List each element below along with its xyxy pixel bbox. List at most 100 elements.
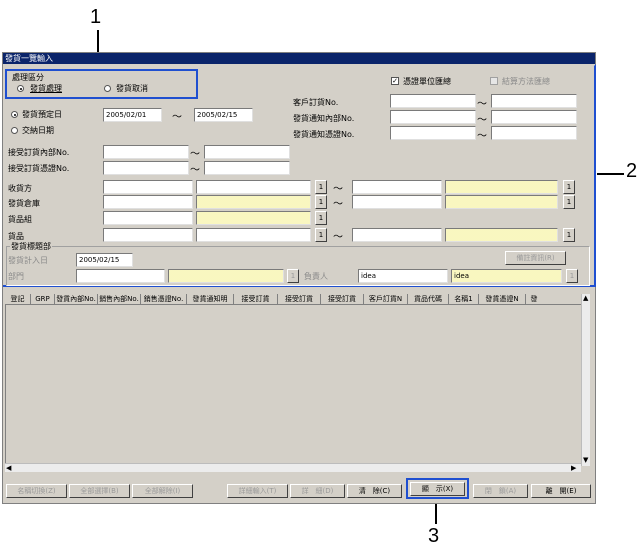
process-group-label: 處理區分 [12,73,44,82]
checkbox-settle-group-label: 結算方法匯總 [502,77,550,86]
item-to-lookup-button[interactable]: 1 [563,228,575,242]
detail-button[interactable]: 詳 細(D) [290,484,345,498]
callout-2: 2 [626,160,638,182]
item-from-name[interactable] [196,228,311,242]
item-from-code[interactable] [103,228,193,242]
notice-voucher-label: 發貨通知憑證No. [293,130,355,139]
notice-inner-to[interactable] [491,110,577,124]
scroll-down-icon[interactable]: ▼ [583,456,588,464]
cust-order-from[interactable] [390,94,476,108]
person-code[interactable]: idea [358,269,448,283]
remark-info-button[interactable]: 備註資訊(R) [505,251,566,265]
radio-delivery-date[interactable] [11,127,18,134]
grid-col-3[interactable]: 銷售內部No. [98,294,141,305]
dept-lookup-button[interactable]: 1 [287,269,299,283]
grid-col-6[interactable]: 接受訂貨 [234,294,278,305]
radio-planned-date-label: 發貨預定日 [22,110,62,119]
notice-inner-label: 發貨通知內部No. [293,114,355,123]
dept-name [168,269,284,283]
recv-voucher-label: 接受訂貨憑證No. [8,164,70,173]
date-to-input[interactable]: 2005/02/15 [194,108,253,122]
notice-voucher-tilde: ～ [477,131,487,142]
consignee-tilde: ～ [333,184,343,195]
grid-col-1[interactable]: GRP [31,294,55,305]
item-group-code[interactable] [103,211,193,225]
grid-header: 登記 GRP 發貨內部No. 銷售內部No. 銷售憑證No. 發貨通知明 接受訂… [5,294,589,305]
dept-code[interactable] [76,269,165,283]
recv-voucher-tilde: ～ [190,165,200,176]
grid-col-8[interactable]: 接受訂貨 [321,294,364,305]
person-lookup-button[interactable]: 1 [566,269,578,283]
plan-date-input[interactable]: 2005/02/15 [76,253,133,267]
consignee-to-lookup-button[interactable]: 1 [563,180,575,194]
horizontal-scrollbar[interactable]: ◀ ▶ [5,463,581,472]
warehouse-from-code[interactable] [103,195,193,209]
plan-date-label: 發貨計入日 [8,256,48,265]
close-button[interactable]: 閉 鎖(A) [473,484,528,498]
scroll-up-icon[interactable]: ▲ [583,294,588,302]
grid-col-7[interactable]: 接受訂貨 [278,294,321,305]
recv-inner-from[interactable] [103,145,189,159]
cust-order-tilde: ～ [477,99,487,110]
name-switch-button[interactable]: 名稱切換(Z) [6,484,67,498]
warehouse-from-lookup-button[interactable]: 1 [315,195,327,209]
item-to-code[interactable] [352,228,442,242]
scroll-right-icon[interactable]: ▶ [571,464,576,472]
item-from-lookup-button[interactable]: 1 [315,228,327,242]
person-label: 負責人 [304,272,328,281]
warehouse-from-name [196,195,311,209]
cust-order-to[interactable] [491,94,577,108]
person-name: idea [451,269,562,283]
scroll-left-icon[interactable]: ◀ [6,464,11,472]
date-from-input[interactable]: 2005/02/01 [103,108,162,122]
recv-inner-to[interactable] [204,145,290,159]
date-range-tilde: ～ [172,112,182,123]
grid-col-13[interactable]: 發 [526,294,542,305]
recv-inner-label: 接受訂貨內部No. [8,148,70,157]
warehouse-to-code[interactable] [352,195,442,209]
clear-all-button[interactable]: 全部解除(I) [132,484,193,498]
grid-col-4[interactable]: 銷售憑證No. [141,294,187,305]
consignee-to-code[interactable] [352,180,442,194]
item-to-name [445,228,558,242]
grid-col-12[interactable]: 發貨憑證N [479,294,526,305]
recv-inner-tilde: ～ [190,149,200,160]
warehouse-to-lookup-button[interactable]: 1 [563,195,575,209]
checkbox-voucher-group[interactable]: ✓ [391,77,399,85]
grid-col-9[interactable]: 客戶訂貨N [364,294,408,305]
consignee-from-code[interactable] [103,180,193,194]
grid-col-2[interactable]: 發貨內部No. [55,294,98,305]
delete-button[interactable]: 清 除(C) [347,484,402,498]
warehouse-to-name [445,195,558,209]
radio-planned-date[interactable] [11,111,18,118]
radio-ship-process[interactable] [17,85,24,92]
select-all-button[interactable]: 全部選擇(B) [69,484,130,498]
consignee-from-lookup-button[interactable]: 1 [315,180,327,194]
item-group-label: 貨品組 [8,215,32,224]
warehouse-tilde: ～ [333,199,343,210]
grid-col-0[interactable]: 登記 [5,294,31,305]
vertical-scrollbar[interactable]: ▲ ▼ [581,294,590,466]
grid-body[interactable] [5,305,581,463]
notice-inner-tilde: ～ [477,115,487,126]
radio-ship-cancel[interactable] [104,85,111,92]
consignee-label: 收貨方 [8,184,32,193]
recv-voucher-from[interactable] [103,161,189,175]
grid-col-10[interactable]: 貨品代碼 [408,294,449,305]
checkbox-voucher-group-label: 憑證單位匯總 [403,77,451,86]
radio-ship-cancel-label: 發貨取消 [116,84,148,93]
notice-voucher-to[interactable] [491,126,577,140]
radio-ship-process-label: 發貨處理 [30,84,62,93]
display-button[interactable]: 顯 示(X) [410,482,465,496]
grid-col-11[interactable]: 名稱1 [449,294,479,305]
detail-input-button[interactable]: 詳細輸入(T) [227,484,288,498]
grid-col-5[interactable]: 發貨通知明 [187,294,234,305]
radio-delivery-date-label: 交納日期 [22,126,54,135]
exit-button[interactable]: 離 開(E) [531,484,591,498]
consignee-from-name[interactable] [196,180,311,194]
checkbox-settle-group[interactable] [490,77,498,85]
notice-inner-from[interactable] [390,110,476,124]
item-group-lookup-button[interactable]: 1 [315,211,327,225]
recv-voucher-to[interactable] [204,161,290,175]
notice-voucher-from[interactable] [390,126,476,140]
